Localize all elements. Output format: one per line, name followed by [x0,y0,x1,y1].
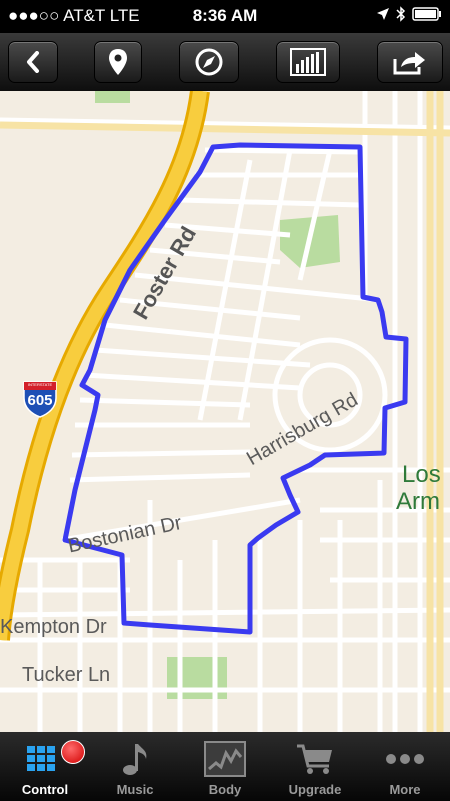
tab-bar: Control Music Body Upgrade More [0,732,450,801]
bluetooth-icon [396,6,406,22]
tab-upgrade[interactable]: Upgrade [270,732,360,801]
route-map[interactable]: INTERSTATE 605 Foster Rd Harrisburg Rd B… [0,91,450,732]
more-dots-icon [386,754,424,764]
tab-control[interactable]: Control [0,732,90,801]
map-pin-icon [109,49,127,75]
compass-button[interactable] [179,41,239,83]
status-bar: ●●●○○ AT&T LTE 8:36 AM [0,0,450,33]
street-label-kempton: Kempton Dr [0,616,107,638]
music-note-icon [123,744,147,775]
chevron-left-icon [27,51,39,73]
compass-icon [195,48,223,76]
share-icon [393,52,425,75]
record-indicator [61,740,85,764]
bar-chart-icon [290,48,326,76]
battery-icon [412,7,441,21]
park-area [167,657,227,699]
location-button[interactable] [94,41,142,83]
tab-more[interactable]: More [360,732,450,801]
interstate-shield: INTERSTATE 605 [22,380,58,418]
share-button[interactable] [377,41,443,83]
park-area [95,91,130,103]
tab-label: Music [116,782,154,797]
stats-button[interactable] [276,41,340,83]
shield-number: 605 [27,392,53,409]
grid-icon [27,746,55,771]
back-button[interactable] [8,41,58,83]
tab-label: More [389,782,421,797]
tab-body[interactable]: Body [180,732,270,801]
street-label-tucker: Tucker Ln [22,664,111,686]
shield-top-label: INTERSTATE [27,382,53,387]
top-toolbar [0,33,450,92]
shopping-cart-icon [297,744,332,774]
city-label-line2: Arm [396,488,440,515]
status-icons [376,6,442,22]
tab-label: Upgrade [288,782,342,797]
location-arrow-icon [377,8,389,20]
tab-music[interactable]: Music [90,732,180,801]
tab-label: Body [208,782,242,797]
tab-label: Control [21,782,69,797]
heart-rate-graph-icon [204,741,246,777]
city-label-line1: Los [402,461,441,488]
